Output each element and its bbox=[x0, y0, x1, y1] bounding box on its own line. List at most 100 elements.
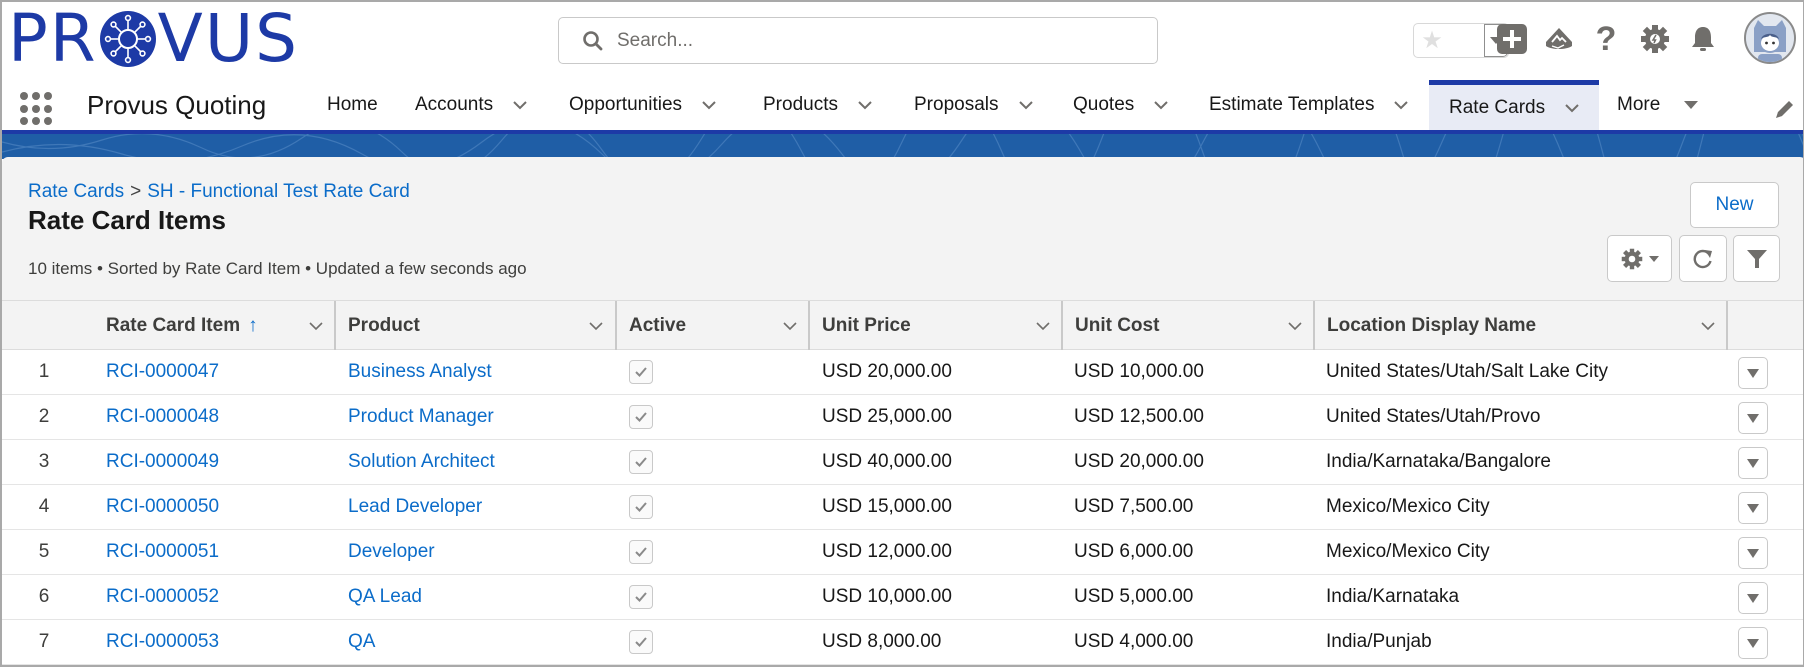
column-header-unit-cost[interactable]: Unit Cost bbox=[1063, 301, 1314, 350]
unit-cost-cell: USD 4,000.00 bbox=[1074, 631, 1194, 652]
edit-nav-pencil-icon[interactable] bbox=[1774, 98, 1796, 120]
tab-more[interactable]: More bbox=[1617, 80, 1700, 130]
product-link[interactable]: Lead Developer bbox=[348, 485, 482, 529]
breadcrumb-separator: > bbox=[130, 181, 142, 202]
tab-products[interactable]: Products bbox=[763, 80, 874, 130]
rate-card-item-link[interactable]: RCI-0000053 bbox=[106, 620, 219, 664]
list-status-text: 10 items • Sorted by Rate Card Item • Up… bbox=[28, 259, 527, 278]
location-cell: India/Karnataka bbox=[1326, 586, 1460, 607]
chevron-down-icon[interactable] bbox=[1699, 317, 1717, 335]
row-actions-button[interactable] bbox=[1738, 537, 1768, 569]
unit-cost-cell: USD 12,500.00 bbox=[1074, 406, 1204, 427]
location-cell: United States/Utah/Salt Lake City bbox=[1326, 361, 1608, 382]
active-checkbox bbox=[629, 405, 653, 429]
chevron-down-icon[interactable] bbox=[856, 96, 874, 114]
unit-cost-cell: USD 5,000.00 bbox=[1074, 586, 1194, 607]
unit-price-cell: USD 10,000.00 bbox=[822, 586, 952, 607]
row-actions-button[interactable] bbox=[1738, 402, 1768, 434]
global-add-icon[interactable] bbox=[1495, 22, 1529, 56]
column-header-rate-card-item[interactable]: Rate Card Item ↑ bbox=[94, 301, 335, 350]
list-settings-button[interactable] bbox=[1607, 235, 1672, 282]
rate-card-item-link[interactable]: RCI-0000050 bbox=[106, 485, 219, 529]
product-link[interactable]: Business Analyst bbox=[348, 350, 492, 394]
column-header-active[interactable]: Active bbox=[617, 301, 809, 350]
row-actions-button[interactable] bbox=[1738, 492, 1768, 524]
help-icon[interactable]: ? bbox=[1589, 20, 1623, 58]
chevron-down-icon[interactable] bbox=[1563, 99, 1581, 117]
app-name: Provus Quoting bbox=[87, 90, 267, 120]
caret-down-icon bbox=[1747, 638, 1759, 648]
tab-home[interactable]: Home bbox=[327, 80, 378, 130]
user-avatar[interactable] bbox=[1744, 12, 1796, 64]
tab-proposals[interactable]: Proposals bbox=[914, 80, 1035, 130]
tab-accounts[interactable]: Accounts bbox=[415, 80, 529, 130]
chevron-down-icon[interactable] bbox=[1286, 317, 1304, 335]
unit-cost-cell: USD 10,000.00 bbox=[1074, 361, 1204, 382]
tab-estimate-templates[interactable]: Estimate Templates bbox=[1209, 80, 1410, 130]
chevron-down-icon[interactable] bbox=[587, 317, 605, 335]
table-row: 1 RCI-0000047 Business Analyst USD 20,00… bbox=[2, 350, 1803, 395]
checkmark-icon bbox=[635, 367, 647, 377]
chevron-down-icon[interactable] bbox=[1034, 317, 1052, 335]
column-header-unit-price[interactable]: Unit Price bbox=[810, 301, 1062, 350]
chevron-down-icon[interactable] bbox=[700, 96, 718, 114]
column-header-location-display-name[interactable]: Location Display Name bbox=[1315, 301, 1727, 350]
chevron-down-icon[interactable] bbox=[307, 317, 325, 335]
new-button[interactable]: New bbox=[1690, 182, 1779, 228]
product-link[interactable]: Solution Architect bbox=[348, 440, 495, 484]
rate-card-item-link[interactable]: RCI-0000049 bbox=[106, 440, 219, 484]
refresh-icon bbox=[1693, 249, 1712, 268]
rate-card-item-link[interactable]: RCI-0000047 bbox=[106, 350, 219, 394]
column-header-product[interactable]: Product bbox=[336, 301, 615, 350]
active-cell bbox=[629, 530, 653, 574]
app-window: PR VUS Search... ★ ? Provus Quoting Home… bbox=[0, 0, 1804, 667]
unit-cost-cell: USD 6,000.00 bbox=[1074, 541, 1194, 562]
tab-opportunities[interactable]: Opportunities bbox=[569, 80, 718, 130]
rate-card-item-link[interactable]: RCI-0000052 bbox=[106, 575, 219, 619]
row-actions-button[interactable] bbox=[1738, 582, 1768, 614]
rate-card-item-link[interactable]: RCI-0000048 bbox=[106, 395, 219, 439]
chevron-down-icon[interactable] bbox=[1392, 96, 1410, 114]
tab-rate-cards[interactable]: Rate Cards bbox=[1429, 80, 1599, 130]
global-search[interactable] bbox=[558, 17, 1158, 64]
logo-text-right: VUS bbox=[157, 0, 300, 77]
caret-down-icon[interactable] bbox=[1682, 96, 1700, 114]
setup-gear-icon[interactable] bbox=[1638, 22, 1672, 56]
sort-ascending-icon: ↑ bbox=[248, 314, 258, 336]
gear-icon bbox=[1621, 248, 1642, 269]
chevron-down-icon[interactable] bbox=[1152, 96, 1170, 114]
product-link[interactable]: QA bbox=[348, 620, 375, 664]
filter-button[interactable] bbox=[1733, 235, 1780, 282]
tab-label: Proposals bbox=[914, 94, 999, 115]
favorites-star-icon[interactable]: ★ bbox=[1414, 24, 1450, 57]
unit-cost-cell: USD 7,500.00 bbox=[1074, 496, 1194, 517]
row-actions-button[interactable] bbox=[1738, 357, 1768, 389]
row-actions-button[interactable] bbox=[1738, 447, 1768, 479]
product-link[interactable]: Developer bbox=[348, 530, 435, 574]
chevron-down-icon[interactable] bbox=[781, 317, 799, 335]
product-link[interactable]: QA Lead bbox=[348, 575, 422, 619]
tab-quotes[interactable]: Quotes bbox=[1073, 80, 1170, 130]
chevron-down-icon[interactable] bbox=[511, 96, 529, 114]
search-input[interactable] bbox=[617, 29, 1137, 52]
notifications-bell-icon[interactable] bbox=[1686, 22, 1720, 56]
row-actions-button[interactable] bbox=[1738, 627, 1768, 659]
breadcrumb-rate-card-record[interactable]: SH - Functional Test Rate Card bbox=[147, 181, 410, 202]
chevron-down-icon[interactable] bbox=[1017, 96, 1035, 114]
provus-logo[interactable]: PR VUS bbox=[8, 0, 300, 77]
global-header: PR VUS Search... ★ ? bbox=[2, 0, 1803, 80]
trailhead-icon[interactable] bbox=[1542, 22, 1576, 56]
breadcrumb-rate-cards[interactable]: Rate Cards bbox=[28, 181, 124, 202]
filter-icon bbox=[1746, 249, 1767, 268]
rate-card-item-link[interactable]: RCI-0000051 bbox=[106, 530, 219, 574]
caret-down-icon bbox=[1747, 458, 1759, 468]
search-icon bbox=[583, 30, 603, 50]
refresh-button[interactable] bbox=[1679, 235, 1727, 282]
breadcrumb: Rate Cards > SH - Functional Test Rate Car… bbox=[28, 181, 410, 203]
unit-price-cell: USD 8,000.00 bbox=[822, 631, 942, 652]
tab-label: Rate Cards bbox=[1449, 96, 1546, 118]
app-launcher-icon[interactable] bbox=[20, 92, 54, 126]
row-number: 5 bbox=[38, 541, 50, 562]
product-link[interactable]: Product Manager bbox=[348, 395, 494, 439]
column-resize-handle[interactable] bbox=[1726, 301, 1728, 350]
